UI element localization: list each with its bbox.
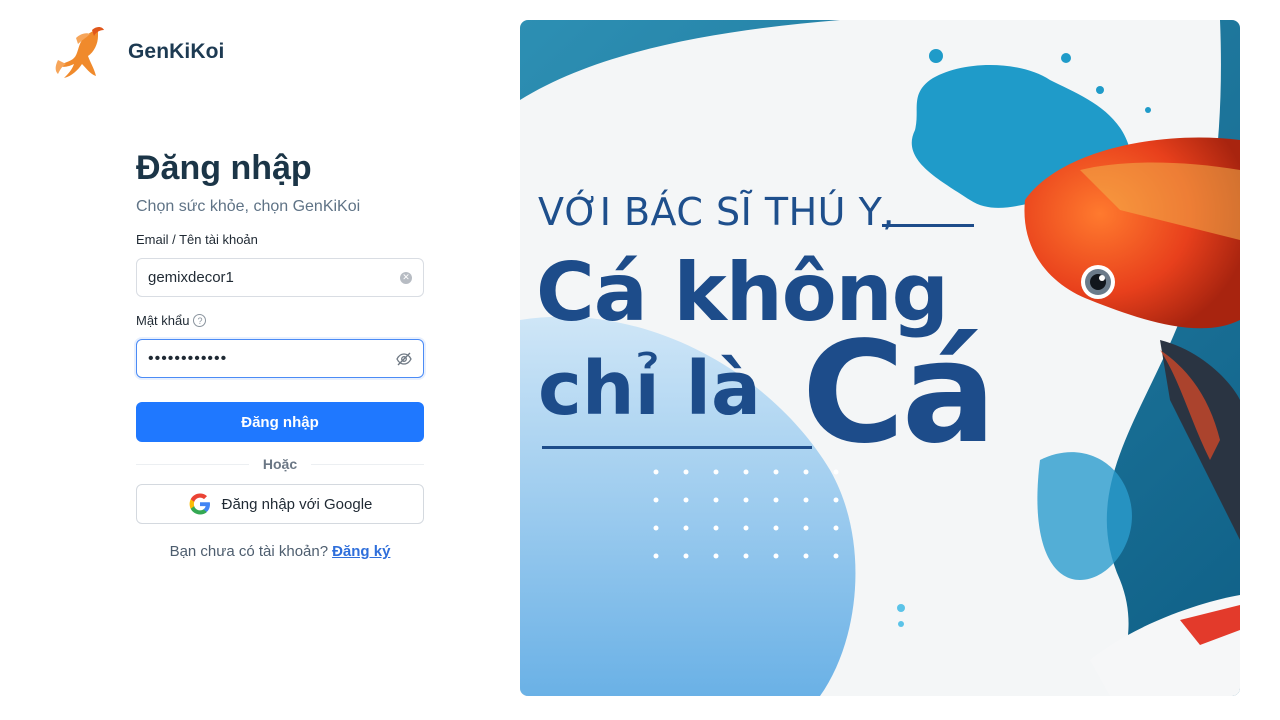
page-subtitle: Chọn sức khỏe, chọn GenKiKoi [136,198,361,215]
promo-banner: VỚI BÁC SĨ THÚ Y, Cá không chỉ là Cá [520,20,1240,696]
password-field[interactable]: •••••••••••• [136,339,424,378]
email-label-text: Email / Tên tài khoản [136,232,258,247]
koi-logo-icon [55,27,104,78]
email-label: Email / Tên tài khoản [136,232,424,247]
password-label: Mật khẩu ? [136,313,424,328]
question-icon[interactable]: ? [193,314,207,327]
email-field[interactable]: gemixdecor1 ✕ [136,258,424,297]
divider-line-left [136,463,249,465]
or-divider: Hoặc [136,456,425,472]
login-button[interactable]: Đăng nhập [136,402,424,442]
divider-line-right [311,463,425,465]
page-title: Đăng nhập [136,149,312,187]
brand-name: GenKiKoi [128,40,225,63]
password-value[interactable]: •••••••••••• [148,350,396,368]
eye-off-icon[interactable] [396,352,412,366]
google-icon [189,493,210,515]
banner-line-4: Cá [802,312,996,475]
login-form: Đăng nhập Chọn sức khỏe, chọn GenKiKoi E… [136,146,425,560]
google-login-button[interactable]: Đăng nhập với Google [136,484,424,524]
divider-text: Hoặc [262,456,298,472]
banner-line-1: VỚI BÁC SĨ THÚ Y, [538,190,895,234]
signup-prompt-text: Bạn chưa có tài khoản? [169,543,329,560]
banner-line-3: chỉ là [538,346,761,432]
brand[interactable]: GenKiKoi [52,24,224,80]
email-value[interactable]: gemixdecor1 [148,269,400,286]
signup-link[interactable]: Đăng ký [332,543,390,560]
password-label-text: Mật khẩu [136,313,190,328]
clear-icon[interactable]: ✕ [400,271,412,284]
google-button-label: Đăng nhập với Google [221,495,373,513]
signup-prompt: Bạn chưa có tài khoản? Đăng ký [136,543,424,560]
